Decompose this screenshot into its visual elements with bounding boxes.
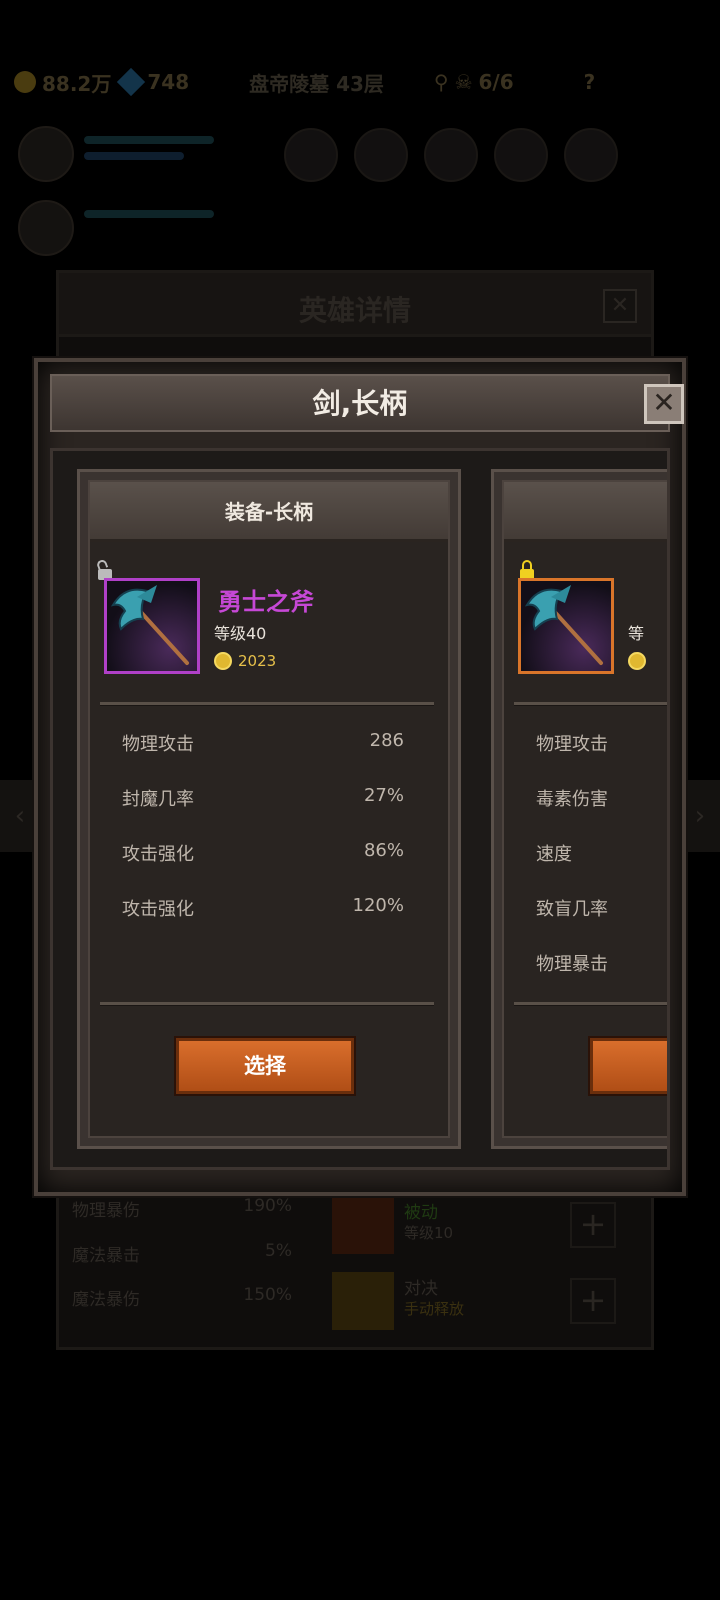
hero-avatar[interactable] (18, 200, 74, 256)
equipment-slot[interactable] (284, 128, 338, 182)
equipment-card: 等 物理攻击 毒素伤害 速度 致盲几率 物理暴击 (491, 469, 667, 1149)
card-header: 装备-长柄 (90, 482, 448, 542)
equipment-slot[interactable] (424, 128, 478, 182)
hero-hp-bar (84, 136, 214, 144)
divider (514, 1002, 667, 1006)
hero-mp-bar (84, 152, 184, 160)
hero-row (14, 120, 714, 256)
stat-value: 5% (265, 1241, 292, 1261)
hero-stats-list: 物理暴伤 190% 魔法暴击 5% 魔法暴伤 150% (64, 1190, 300, 1330)
item-name: 勇士之斧 (218, 588, 314, 616)
item-level: 等级40 (214, 624, 267, 643)
team-count: ⚲ ☠ 6/6 (434, 70, 514, 94)
divider (514, 702, 667, 706)
stat-row: 毒素伤害 (536, 785, 667, 815)
hero-hp-bar (84, 210, 214, 218)
stat-value: 27% (363, 785, 404, 806)
hero-detail-title: 英雄详情 (298, 294, 411, 327)
item-price: 2023 (238, 652, 277, 670)
skill-add-button[interactable]: + (570, 1202, 616, 1248)
stat-row: 魔法暴伤 150% (72, 1285, 292, 1313)
stat-label: 物理攻击 (536, 734, 608, 755)
stat-row: 攻击强化 86% (122, 840, 404, 870)
stat-label: 封魔几率 (122, 789, 194, 810)
stat-label: 物理暴伤 (72, 1201, 140, 1221)
stat-row: 速度 (536, 840, 667, 870)
gem-icon (117, 67, 146, 97)
skill-icon (332, 1196, 394, 1254)
gold-coin-icon (214, 652, 232, 670)
stat-value: 150% (243, 1285, 292, 1305)
stat-row: 物理攻击 (536, 730, 667, 760)
card-header (504, 482, 667, 542)
card-inner: 等 物理攻击 毒素伤害 速度 致盲几率 物理暴击 (502, 480, 667, 1138)
item-level: 等 (628, 624, 645, 643)
axe-icon (110, 585, 189, 665)
stat-row: 魔法暴击 5% (72, 1241, 292, 1269)
item-icon[interactable] (104, 578, 200, 674)
stat-value: 190% (243, 1196, 292, 1216)
skull-icon: ☠ (454, 70, 473, 94)
gold-coin-icon (14, 71, 36, 93)
stat-value: 286 (369, 730, 404, 751)
axe-icon (524, 585, 603, 665)
gold-amount: 88.2万 (42, 71, 112, 96)
equipment-select-modal: 剑,长柄 ✕ 装备-长柄 勇士之斧 等级40 2023 物理攻击 286 封魔几… (34, 358, 686, 1196)
select-button[interactable]: 选择 (176, 1038, 354, 1094)
skill-row[interactable]: 被动 等级10 + (322, 1190, 632, 1260)
stat-label: 魔法暴伤 (72, 1290, 140, 1310)
gem-resource: 748 (117, 67, 190, 97)
stat-value: 86% (363, 840, 404, 861)
skill-add-button[interactable]: + (570, 1278, 616, 1324)
help-button[interactable]: ? (584, 70, 596, 94)
hero-detail-close-icon[interactable]: ✕ (603, 289, 637, 323)
stat-label: 攻击强化 (122, 844, 194, 865)
divider (100, 1002, 434, 1006)
top-bar: 88.2万 748 盘帝陵墓 43层 ⚲ ☠ 6/6 ? (0, 60, 720, 104)
gold-coin-icon (628, 652, 646, 670)
stat-row: 攻击强化 120% (122, 895, 404, 925)
select-button[interactable] (590, 1038, 667, 1094)
stat-label: 物理暴击 (536, 954, 608, 975)
skill-level: 等级10 (404, 1224, 454, 1242)
close-icon[interactable]: ✕ (644, 384, 684, 424)
skill-name: 对决 (404, 1279, 438, 1299)
stat-label: 物理攻击 (122, 734, 194, 755)
skill-row[interactable]: 对决 手动释放 + (322, 1266, 632, 1336)
equipment-slot[interactable] (564, 128, 618, 182)
skill-icon (332, 1272, 394, 1330)
hero-avatar[interactable] (18, 126, 74, 182)
stat-value: 120% (352, 895, 404, 916)
hero-detail-header: 英雄详情 ✕ (59, 273, 651, 337)
item-icon[interactable] (518, 578, 614, 674)
skill-type: 被动 (404, 1203, 438, 1223)
team-count-value: 6/6 (478, 70, 514, 94)
stat-label: 攻击强化 (122, 899, 194, 920)
card-title: 装备-长柄 (224, 500, 314, 524)
stat-label: 魔法暴击 (72, 1246, 140, 1266)
skill-type: 手动释放 (404, 1300, 465, 1318)
stage-label: 盘帝陵墓 43层 (249, 71, 384, 96)
next-arrow-icon[interactable]: › (680, 780, 720, 852)
key-icon: ⚲ (433, 70, 449, 94)
divider (100, 702, 434, 706)
modal-title: 剑,长柄 (312, 387, 408, 420)
modal-body: 装备-长柄 勇士之斧 等级40 2023 物理攻击 286 封魔几率 27% 攻… (50, 448, 670, 1170)
stat-label: 毒素伤害 (536, 789, 608, 810)
stat-row: 物理暴击 (536, 950, 667, 980)
equipment-card: 装备-长柄 勇士之斧 等级40 2023 物理攻击 286 封魔几率 27% 攻… (77, 469, 461, 1149)
stat-row: 致盲几率 (536, 895, 667, 925)
stat-row: 物理暴伤 190% (72, 1196, 292, 1224)
stat-label: 致盲几率 (536, 899, 608, 920)
stat-row: 封魔几率 27% (122, 785, 404, 815)
equipment-slot[interactable] (354, 128, 408, 182)
card-inner: 装备-长柄 勇士之斧 等级40 2023 物理攻击 286 封魔几率 27% 攻… (88, 480, 450, 1138)
stat-label: 速度 (536, 844, 572, 865)
equipment-slot[interactable] (494, 128, 548, 182)
gem-amount: 748 (147, 70, 190, 94)
stat-row: 物理攻击 286 (122, 730, 404, 760)
modal-header: 剑,长柄 (50, 374, 670, 432)
gold-resource: 88.2万 (14, 68, 111, 97)
